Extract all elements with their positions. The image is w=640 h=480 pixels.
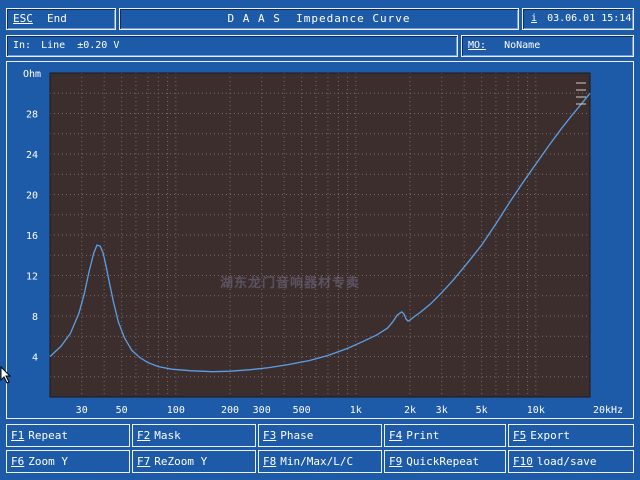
mo-label: MO:	[468, 40, 487, 51]
function-key-code: F6	[11, 455, 25, 468]
function-key-f3[interactable]: F3 Phase	[258, 424, 382, 447]
x-tick-label: 1k	[350, 405, 362, 416]
function-key-f4[interactable]: F4 Print	[384, 424, 506, 447]
y-tick-label: 4	[32, 353, 38, 364]
x-tick-label: 100	[167, 405, 185, 416]
function-key-label: load/save	[536, 455, 597, 468]
function-key-label: Export	[530, 429, 570, 442]
x-tick-label: 5k	[476, 405, 488, 416]
y-tick-label: 20	[26, 191, 38, 202]
x-tick-label: 3k	[436, 405, 448, 416]
impedance-chart-panel: Ohm 4 8 12 16 20 24 28 30 50 100 200 300 500 1k 2k 3k 5k 1…	[6, 61, 634, 419]
function-key-f7[interactable]: F7 ReZoom Y	[132, 450, 256, 473]
function-key-label: Mask	[154, 429, 181, 442]
esc-key-label: ESC	[13, 12, 33, 25]
function-key-code: F3	[263, 429, 277, 442]
y-tick-label: 8	[32, 312, 38, 323]
function-key-label: Phase	[280, 429, 314, 442]
function-key-f8[interactable]: F8 Min/Max/L/C	[258, 450, 382, 473]
impedance-chart[interactable]: Ohm 4 8 12 16 20 24 28 30 50 100 200 300 500 1k 2k 3k 5k 1…	[7, 62, 633, 418]
window-title-bar: D A A S Impedance Curve	[119, 8, 519, 30]
function-key-code: F9	[389, 455, 403, 468]
y-tick-label: 24	[26, 150, 38, 161]
function-key-code: F10	[513, 455, 533, 468]
x-tick-label: 500	[293, 405, 311, 416]
x-tick-label: 10k	[527, 405, 545, 416]
function-key-code: F8	[263, 455, 277, 468]
datetime-text: 03.06.01 15:14	[547, 13, 632, 24]
function-key-code: F2	[137, 429, 151, 442]
function-key-f5[interactable]: F5 Export	[508, 424, 634, 447]
y-tick-label: 16	[26, 231, 38, 242]
input-settings[interactable]: In: Line ±0.20 V	[6, 35, 458, 57]
x-tick-label: 50	[116, 405, 128, 416]
function-key-code: F7	[137, 455, 151, 468]
function-key-f10[interactable]: F10 load/save	[508, 450, 634, 473]
function-key-label: ReZoom Y	[154, 455, 208, 468]
window-title: D A A S Impedance Curve	[227, 12, 411, 25]
x-tick-label: 300	[253, 405, 271, 416]
x-tick-label: 20kHz	[593, 405, 623, 416]
function-key-label: Repeat	[28, 429, 68, 442]
function-key-f6[interactable]: F6 Zoom Y	[6, 450, 130, 473]
function-key-f9[interactable]: F9 QuickRepeat	[384, 450, 506, 473]
y-tick-label: 28	[26, 110, 38, 121]
function-key-code: F5	[513, 429, 527, 442]
info-icon: i	[531, 13, 538, 24]
input-label: In:	[13, 40, 32, 51]
function-key-label: QuickRepeat	[406, 455, 480, 468]
function-key-f2[interactable]: F2 Mask	[132, 424, 256, 447]
x-tick-label: 30	[76, 405, 88, 416]
function-key-f1[interactable]: F1 Repeat	[6, 424, 130, 447]
end-label: End	[47, 12, 67, 25]
y-tick-label: 12	[26, 272, 38, 283]
x-tick-label: 2k	[404, 405, 416, 416]
mouse-pointer-icon	[0, 366, 12, 384]
x-tick-label: 200	[221, 405, 239, 416]
function-key-label: Min/Max/L/C	[280, 455, 354, 468]
escape-end-button[interactable]: ESC End	[6, 8, 116, 30]
mo-value: NoName	[504, 40, 541, 51]
y-axis-label: Ohm	[23, 69, 41, 80]
input-value: Line ±0.20 V	[41, 40, 120, 51]
datetime-display[interactable]: i 03.06.01 15:14	[522, 8, 634, 30]
function-key-code: F1	[11, 429, 25, 442]
measurement-object[interactable]: MO: NoName	[461, 35, 634, 57]
watermark-text: 湖东龙门音响器材专卖	[220, 276, 361, 291]
function-key-label: Zoom Y	[28, 455, 68, 468]
function-key-label: Print	[406, 429, 440, 442]
function-key-code: F4	[389, 429, 403, 442]
